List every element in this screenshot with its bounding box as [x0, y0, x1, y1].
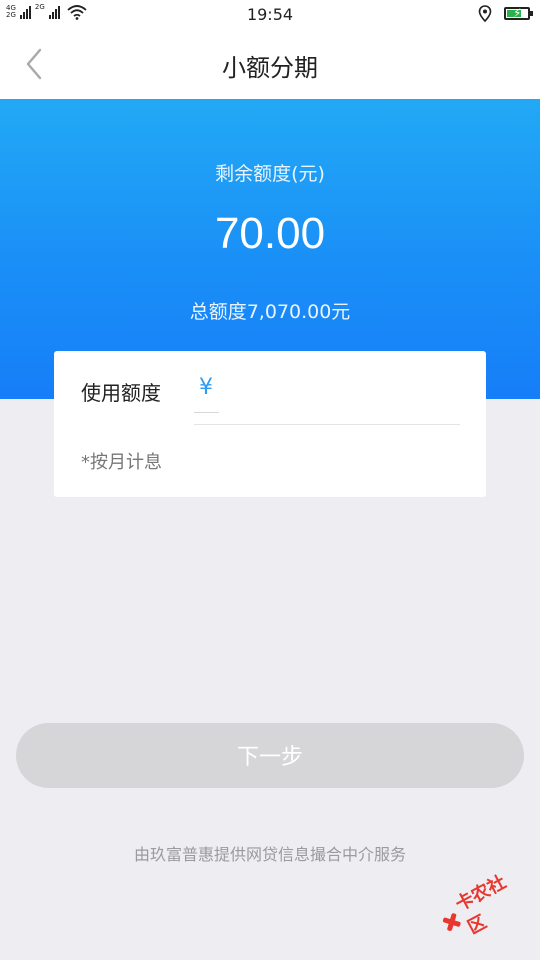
use-amount-label: 使用额度 [81, 381, 161, 405]
interest-note: *按月计息 [81, 452, 162, 473]
watermark-text: 卡农社区 [452, 871, 510, 939]
status-time: 19:54 [246, 5, 294, 24]
nav-bar: 小额分期 [0, 28, 540, 99]
watermark-logo: 卡农社区 [434, 866, 534, 945]
charging-bolt-icon: ⚡ [513, 6, 522, 20]
battery-icon: ⚡ [504, 6, 533, 20]
currency-symbol: ¥ [199, 375, 213, 400]
card-divider [194, 424, 460, 425]
watermark-x-icon [439, 910, 463, 934]
remaining-credit-amount: 70.00 [214, 209, 326, 258]
page-title: 小额分期 [222, 54, 318, 82]
status-bar: 4G 2G 2G 19:54 ⚡ [0, 0, 540, 28]
total-credit-text: 总额度7,070.00元 [189, 301, 351, 323]
amount-card: 使用额度 ¥ *按月计息 [54, 351, 486, 497]
remaining-credit-label: 剩余额度(元) [215, 163, 325, 185]
next-step-button[interactable]: 下一步 [16, 723, 524, 788]
service-provider-note: 由玖富普惠提供网贷信息撮合中介服务 [133, 845, 406, 864]
location-icon [478, 5, 492, 22]
input-underline [194, 412, 219, 413]
amount-input[interactable] [224, 369, 458, 407]
status-right-group: ⚡ [478, 5, 533, 22]
